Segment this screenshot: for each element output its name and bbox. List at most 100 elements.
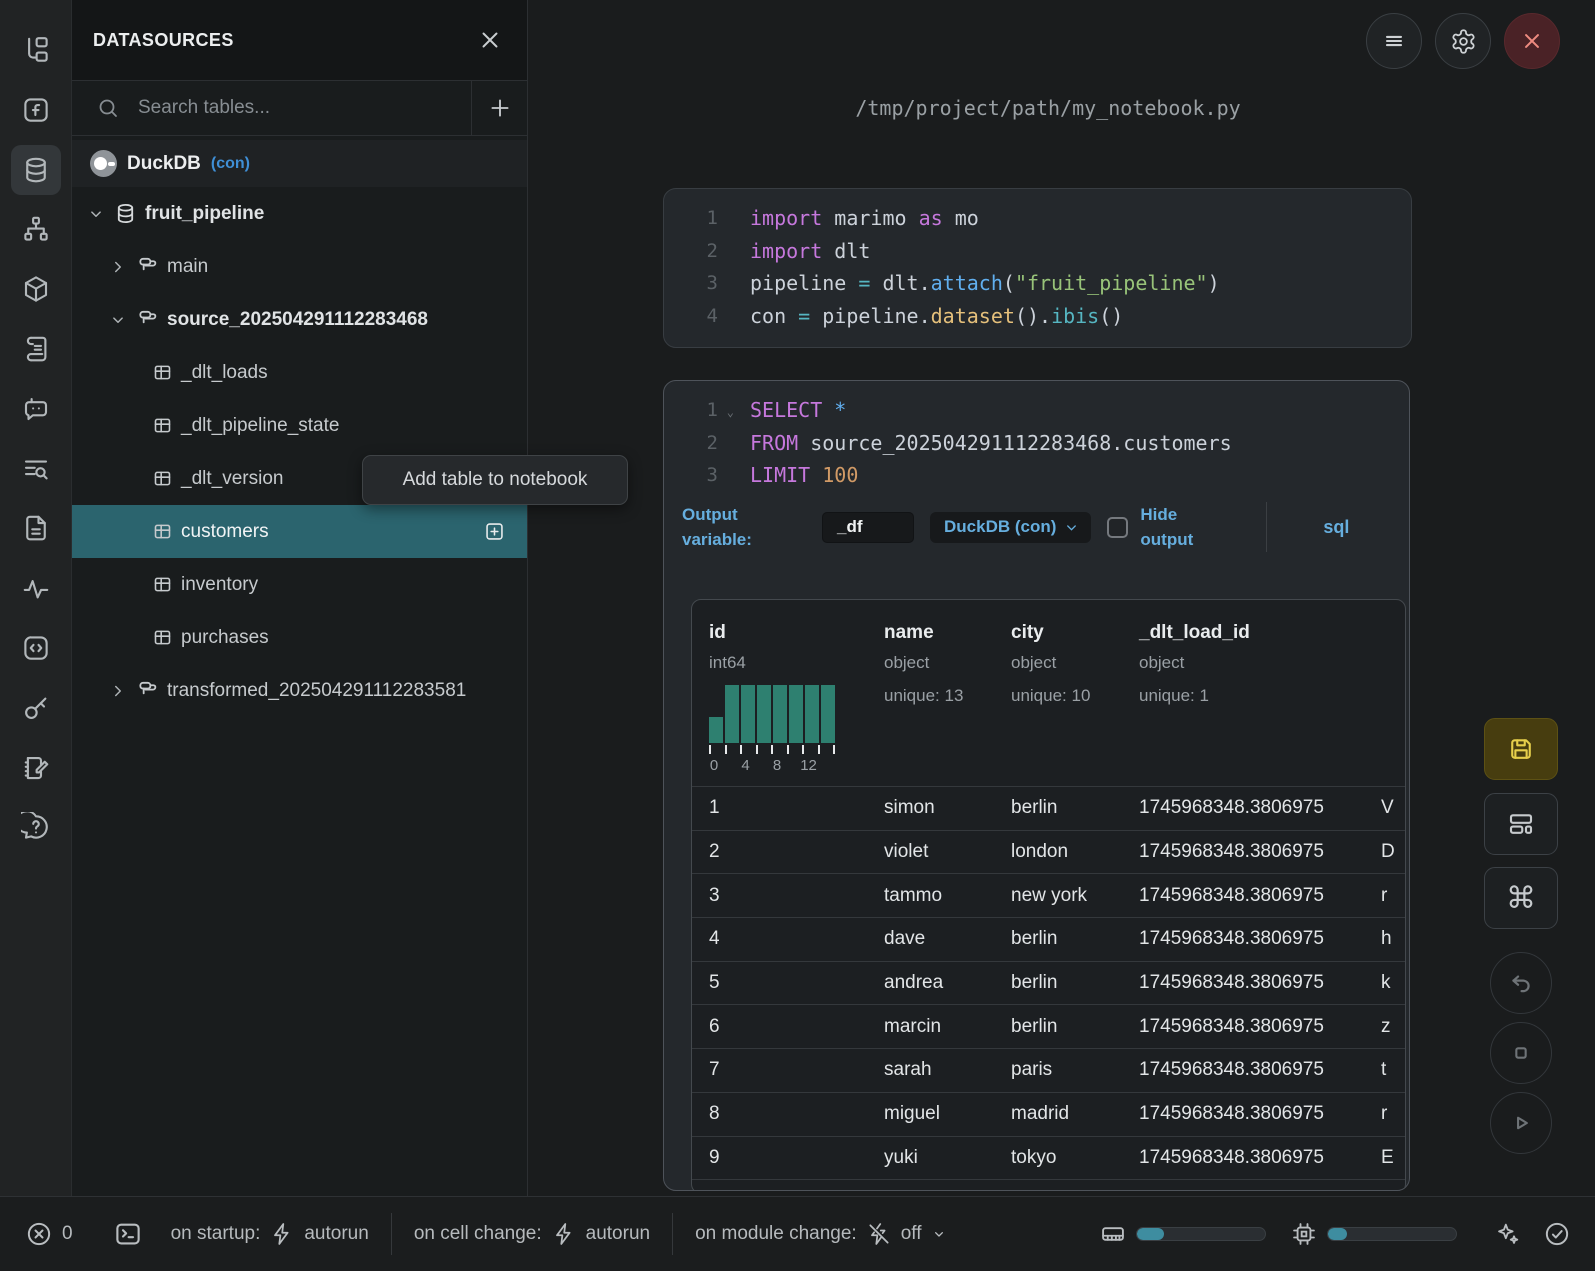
table-cell: D: [1364, 841, 1406, 863]
sidebar-rail-bot-button[interactable]: [11, 384, 61, 434]
undo-button[interactable]: [1490, 952, 1552, 1014]
add-table-to-notebook-icon[interactable]: [484, 521, 505, 542]
connection-row[interactable]: DuckDB (con): [72, 140, 527, 187]
marimo-app: DATASOURCES Search tables... DuckDB (con…: [0, 0, 1595, 1271]
runtime-config-off[interactable]: on module change:off: [695, 1221, 946, 1247]
play-icon: [1507, 1109, 1535, 1137]
chevron-right-icon[interactable]: [108, 258, 128, 276]
sidebar-rail-notebook-pen-button[interactable]: [11, 743, 61, 793]
python-code-editor[interactable]: 1import marimo as mo2import dlt3pipeline…: [664, 189, 1411, 332]
sidebar-rail-database-button[interactable]: [11, 145, 61, 195]
divider: [672, 1213, 673, 1255]
output-variable-input[interactable]: _df: [822, 512, 914, 543]
tree-item-transformed_202504291112283581[interactable]: transformed_202504291112283581: [72, 664, 527, 717]
table-cell: berlin: [994, 928, 1122, 950]
sidebar-rail-hierarchy-button[interactable]: [11, 204, 61, 254]
error-count: 0: [62, 1223, 73, 1245]
terminal-icon: [113, 1219, 143, 1249]
chevron-right-icon[interactable]: [108, 682, 128, 700]
tree-item-_dlt_pipeline_state[interactable]: _dlt_pipeline_state: [72, 399, 527, 452]
table-row[interactable]: 9yukitokyo1745968348.3806975E: [692, 1136, 1406, 1180]
tree-item-_dlt_loads[interactable]: _dlt_loads: [72, 346, 527, 399]
ai-button[interactable]: [1493, 1220, 1521, 1248]
sidebar-rail-function-button[interactable]: [11, 85, 61, 135]
table-row[interactable]: 8miguelmadrid1745968348.3806975r: [692, 1092, 1406, 1136]
sidebar-rail-code-button[interactable]: [11, 623, 61, 673]
search-row: Search tables...: [72, 81, 527, 136]
table-row[interactable]: 2violetlondon1745968348.3806975D: [692, 830, 1406, 874]
add-datasource-button[interactable]: [471, 81, 527, 135]
config-label: on module change:: [695, 1223, 857, 1245]
sidebar-rail-file-tree-button[interactable]: [11, 25, 61, 75]
connection-status[interactable]: [1543, 1220, 1571, 1248]
close-panel-icon[interactable]: [477, 27, 503, 53]
hierarchy-icon: [21, 214, 51, 244]
status-bar: 0 on startup:autorun on cell change:autor…: [0, 1196, 1595, 1271]
errors-indicator[interactable]: 0: [25, 1220, 73, 1248]
layout-button[interactable]: [1484, 793, 1558, 855]
sidebar-rail-list-search-button[interactable]: [11, 444, 61, 494]
tree-item-label: customers: [181, 521, 269, 543]
connection-alias: (con): [211, 155, 250, 173]
save-button[interactable]: [1484, 718, 1558, 780]
schema-icon: [136, 255, 159, 278]
table-cell: V: [1364, 797, 1406, 819]
tree-item-label: _dlt_version: [181, 468, 283, 490]
table-cell: h: [1364, 928, 1406, 950]
column-header-_dlt_load_id[interactable]: _dlt_load_idobjectunique: 1: [1122, 600, 1364, 786]
sql-cell[interactable]: 1⌄SELECT *2FROM source_20250429111228346…: [663, 380, 1410, 1191]
hide-output-checkbox[interactable]: [1107, 517, 1128, 538]
stop-button[interactable]: [1490, 1022, 1552, 1084]
column-header-city[interactable]: cityobjectunique: 10: [994, 600, 1122, 786]
column-header-id[interactable]: idint64 04812: [692, 600, 867, 786]
table-cell: 5: [692, 972, 867, 994]
sidebar-rail-help-button[interactable]: [11, 802, 61, 852]
tree-item-fruit_pipeline[interactable]: fruit_pipeline: [72, 187, 527, 240]
column-header-name[interactable]: nameobjectunique: 13: [867, 600, 994, 786]
tree-item-label: source_202504291112283468: [167, 309, 428, 331]
column-header-clipped[interactable]: [1364, 600, 1406, 786]
menu-button[interactable]: [1366, 13, 1422, 69]
sidebar-rail-key-button[interactable]: [11, 683, 61, 733]
sidebar-rail-scroll-button[interactable]: [11, 324, 61, 374]
sql-code-editor[interactable]: 1⌄SELECT *2FROM source_20250429111228346…: [664, 381, 1409, 492]
search-input[interactable]: Search tables...: [72, 81, 471, 135]
divider: [391, 1213, 392, 1255]
sidebar-rail-activity-button[interactable]: [11, 563, 61, 613]
panel-title: DATASOURCES: [93, 30, 234, 51]
tree-item-customers[interactable]: customers: [72, 505, 527, 558]
layout-icon: [1506, 809, 1536, 839]
run-button[interactable]: [1490, 1092, 1552, 1154]
shutdown-button[interactable]: [1504, 13, 1560, 69]
table-row[interactable]: 3tammonew york1745968348.3806975r: [692, 873, 1406, 917]
tree-item-source_202504291112283468[interactable]: source_202504291112283468: [72, 293, 527, 346]
sidebar-rail-cube-button[interactable]: [11, 264, 61, 314]
table-row[interactable]: 1simonberlin1745968348.3806975V: [692, 786, 1406, 830]
python-cell[interactable]: 1import marimo as mo2import dlt3pipeline…: [663, 188, 1412, 348]
chevron-down-icon[interactable]: [86, 205, 106, 223]
table-cell: 4: [692, 928, 867, 950]
tree-item-main[interactable]: main: [72, 240, 527, 293]
table-cell: new york: [994, 885, 1122, 907]
table-cell: 1745968348.3806975: [1122, 797, 1364, 819]
runtime-config-autorun[interactable]: on cell change:autorun: [414, 1221, 650, 1247]
engine-select[interactable]: DuckDB (con): [930, 512, 1091, 543]
tree-item-purchases[interactable]: purchases: [72, 611, 527, 664]
runtime-config-autorun[interactable]: on startup:autorun: [171, 1221, 369, 1247]
table-row[interactable]: 5andreaberlin1745968348.3806975k: [692, 961, 1406, 1005]
tree-item-label: purchases: [181, 627, 269, 649]
chevron-down-icon[interactable]: [108, 311, 128, 329]
table-row[interactable]: 4daveberlin1745968348.3806975h: [692, 917, 1406, 961]
table-row[interactable]: 7sarahparis1745968348.3806975t: [692, 1048, 1406, 1092]
table-cell: 2: [692, 841, 867, 863]
table-cell: k: [1364, 972, 1406, 994]
key-icon: [21, 693, 51, 723]
terminal-button[interactable]: [113, 1219, 143, 1249]
settings-button[interactable]: [1435, 13, 1491, 69]
sidebar-rail-file-text-button[interactable]: [11, 503, 61, 553]
table-cell: paris: [994, 1059, 1122, 1081]
command-palette-button[interactable]: ⌘: [1484, 867, 1558, 929]
tree-item-inventory[interactable]: inventory: [72, 558, 527, 611]
divider: [1266, 502, 1267, 552]
table-row[interactable]: 6marcinberlin1745968348.3806975z: [692, 1004, 1406, 1048]
